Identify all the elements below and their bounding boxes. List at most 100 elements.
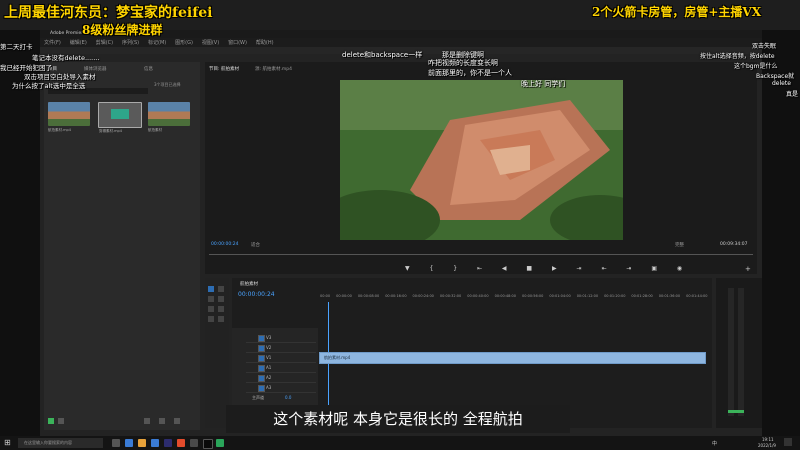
windows-start-icon[interactable]: ⊞ xyxy=(4,438,11,447)
lock-icon[interactable] xyxy=(48,418,54,424)
clock-time[interactable]: 19:11 xyxy=(762,437,774,442)
menu-help[interactable]: 帮助(H) xyxy=(256,40,274,46)
overlay-subtitle: 8级粉丝牌进群 xyxy=(82,23,163,37)
add-button-icon[interactable]: + xyxy=(745,265,751,273)
clip-thumb-2[interactable]: 剪辑素材.mp4 xyxy=(98,102,142,133)
track-v1: V1 xyxy=(246,353,316,363)
clip-name: 航拍素材 xyxy=(148,128,162,132)
app-icon-1[interactable] xyxy=(177,439,185,447)
track-v3: V3 xyxy=(246,333,316,343)
audio-meters xyxy=(716,278,762,428)
list-view-icon[interactable] xyxy=(58,418,64,424)
clip-placeholder-icon xyxy=(111,109,129,119)
master-volume[interactable]: 0.0 xyxy=(285,395,291,400)
timeline-tab[interactable]: 航拍素材 xyxy=(240,281,258,287)
clip-label: 航拍素材.mp4 xyxy=(324,355,351,360)
track-target-a3[interactable] xyxy=(258,385,265,392)
clip-thumb-3[interactable]: 航拍素材 xyxy=(148,102,190,132)
clip-name: 航拍素材.mp4 xyxy=(48,128,71,132)
right-chat-5: delete xyxy=(772,80,791,87)
new-bin-icon[interactable] xyxy=(144,418,150,424)
meter-right xyxy=(738,288,744,416)
track-v2: V2 xyxy=(246,343,316,353)
menu-view[interactable]: 视图(V) xyxy=(202,40,219,46)
overlay-title: 上周最佳河东员：梦宝家的feifei xyxy=(4,5,213,21)
danmaku-5: 晚上好 同学们 xyxy=(521,80,566,88)
tab-info[interactable]: 信息 xyxy=(144,66,153,72)
menu-bar: 文件(F) 编辑(E) 剪辑(C) 序列(S) 标记(M) 图形(G) 视图(V… xyxy=(40,38,762,47)
folder-icon[interactable] xyxy=(138,439,146,447)
menu-edit[interactable]: 编辑(E) xyxy=(70,40,87,46)
hand-tool-icon[interactable] xyxy=(208,316,214,322)
app-icon-3[interactable] xyxy=(203,439,213,449)
project-panel: 项目 媒体浏览器 信息 3个项目已选择 航拍素材.mp4 剪辑素材.mp4 航拍… xyxy=(44,62,200,430)
fit-select[interactable]: 适合 xyxy=(251,242,260,248)
track-target-v2[interactable] xyxy=(258,345,265,352)
slip-tool-icon[interactable] xyxy=(208,306,214,312)
track-a2: A2 xyxy=(246,373,316,383)
taskbar-search-input[interactable]: 在这里输入你要搜索的内容 xyxy=(18,438,103,448)
selection-tool-icon[interactable] xyxy=(208,286,214,292)
overlay-top-right: 2个火箭卡房管，房管+主播VX xyxy=(592,5,762,19)
menu-graphics[interactable]: 图形(G) xyxy=(175,40,193,46)
left-chat-1: 第二天打卡 xyxy=(0,43,33,51)
right-chat-4: Backspace就 xyxy=(756,73,795,80)
taskbar xyxy=(0,436,800,450)
time-ruler[interactable]: 00:00 00:00:00 00:00:08:00 00:00:16:00 00:00… xyxy=(320,294,708,302)
monitor-duration: 00:09:34:07 xyxy=(720,242,748,247)
left-chat-5: 为什么按了alt选中是全选 xyxy=(12,82,86,90)
meter-left xyxy=(728,288,734,416)
clip-thumb-1[interactable]: 航拍素材.mp4 xyxy=(48,102,90,132)
ime-indicator[interactable]: 中 xyxy=(712,440,717,447)
type-tool-icon[interactable] xyxy=(218,316,224,322)
left-chat-2: 笔记本没有delete....... xyxy=(32,54,100,62)
playhead-bar[interactable] xyxy=(209,254,753,255)
video-frame xyxy=(340,80,623,240)
ripple-edit-icon[interactable] xyxy=(208,296,214,302)
trash-icon[interactable] xyxy=(174,418,180,424)
meter-level xyxy=(728,410,744,413)
window-title: Adobe Premiere xyxy=(50,31,86,36)
track-select-icon[interactable] xyxy=(218,286,224,292)
menu-marker[interactable]: 标记(M) xyxy=(148,40,166,46)
menu-file[interactable]: 文件(F) xyxy=(44,40,61,46)
track-target-v3[interactable] xyxy=(258,335,265,342)
master-label: 主声道 xyxy=(252,395,264,400)
razor-tool-icon[interactable] xyxy=(218,296,224,302)
right-chat-1: 双击失眠 xyxy=(752,43,777,50)
track-a1: A1 xyxy=(246,363,316,373)
right-chat-6: 真是 xyxy=(786,91,799,98)
clip-name: 剪辑素材.mp4 xyxy=(99,129,122,133)
task-view-icon[interactable] xyxy=(112,439,120,447)
timeline-clip[interactable]: 航拍素材.mp4 xyxy=(319,352,706,364)
new-item-icon[interactable] xyxy=(159,418,165,424)
transport-controls[interactable]: ▼ { } ⇤ ◀ ■ ▶ ⇥ ⇤ ⇥ ▣ ◉ xyxy=(405,265,691,272)
clock-date[interactable]: 2022/1/9 xyxy=(758,443,776,448)
menu-sequence[interactable]: 序列(S) xyxy=(122,40,139,46)
premiere-taskbar-icon[interactable] xyxy=(164,439,172,447)
resolution-select[interactable]: 完整 xyxy=(675,242,684,248)
app-icon-2[interactable] xyxy=(190,439,198,447)
selection-info: 3个项目已选择 xyxy=(154,82,181,87)
store-icon[interactable] xyxy=(151,439,159,447)
pen-tool-icon[interactable] xyxy=(218,306,224,312)
track-target-v1[interactable] xyxy=(258,355,265,362)
track-a3: A3 xyxy=(246,383,316,393)
right-chat-2: 按住alt选择音频，按delete xyxy=(700,53,775,60)
danmaku-1: delete和backspace一样 xyxy=(342,51,423,59)
tab-source[interactable]: 源: 航拍素材.mp4 xyxy=(255,66,292,72)
tab-program[interactable]: 节目: 航拍素材 xyxy=(209,66,239,72)
right-chat-3: 这个bgm是什么 xyxy=(734,63,778,70)
track-target-a1[interactable] xyxy=(258,365,265,372)
menu-clip[interactable]: 剪辑(C) xyxy=(96,40,113,46)
notification-icon[interactable] xyxy=(784,438,792,446)
track-target-a2[interactable] xyxy=(258,375,265,382)
monitor-timecode[interactable]: 00:00:00:24 xyxy=(211,242,238,247)
timeline-timecode[interactable]: 00:00:00:24 xyxy=(238,291,275,298)
video-subtitle: 这个素材呢 本身它是很长的 全程航拍 xyxy=(226,405,570,433)
aerial-village-image xyxy=(340,80,623,240)
app-icon-4[interactable] xyxy=(216,439,224,447)
edge-icon[interactable] xyxy=(125,439,133,447)
danmaku-3: 咋把视频的长度变长啊 xyxy=(428,59,498,67)
menu-window[interactable]: 窗口(W) xyxy=(228,40,247,46)
